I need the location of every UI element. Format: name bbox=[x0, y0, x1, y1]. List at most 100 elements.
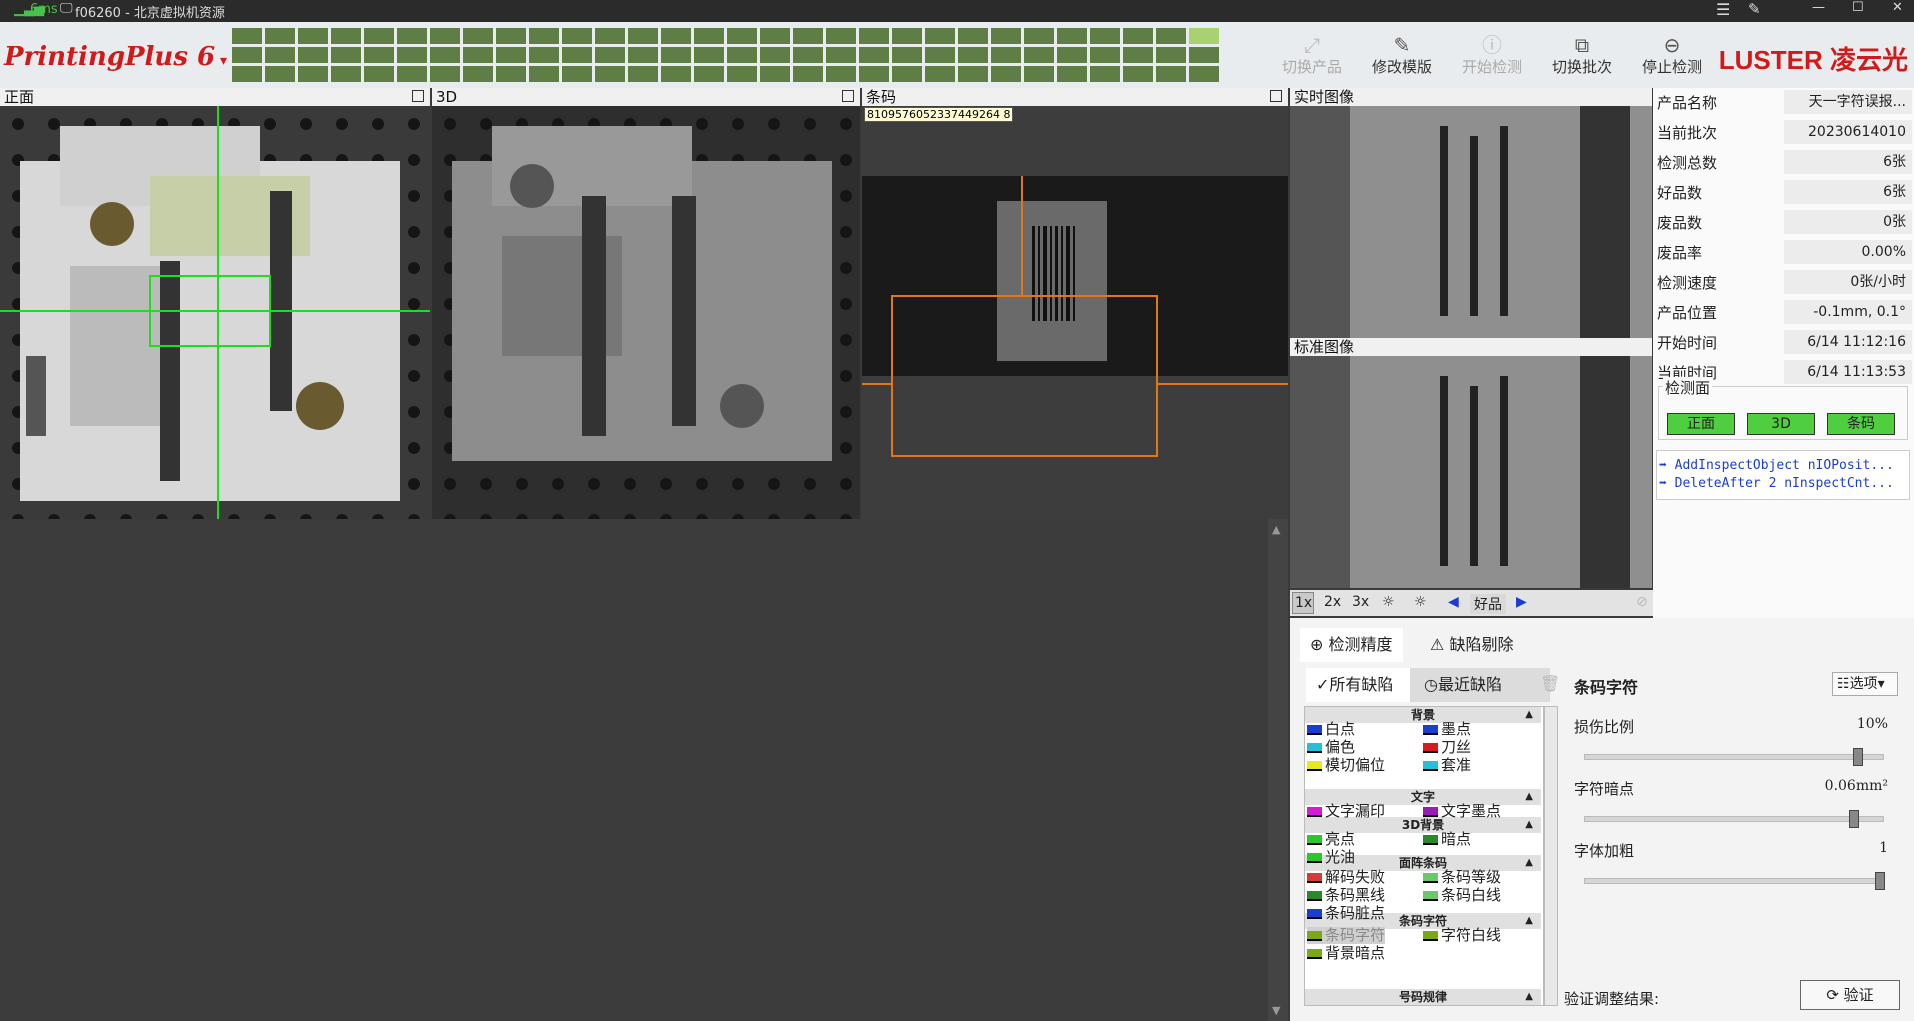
legend-item[interactable]: 条码字符 bbox=[1307, 927, 1386, 944]
batch-cell bbox=[661, 66, 691, 82]
legend-item[interactable]: 文字墨点 bbox=[1423, 803, 1501, 820]
legend-swatch bbox=[1307, 891, 1322, 901]
front-view[interactable] bbox=[0, 106, 430, 519]
legend-swatch bbox=[1423, 891, 1438, 901]
batch-cell bbox=[496, 66, 526, 82]
subtab-recent[interactable]: ◷最近缺陷 bbox=[1410, 668, 1550, 702]
pin-icon[interactable]: ✎ bbox=[1748, 0, 1761, 18]
face-button-3d[interactable]: 3D bbox=[1747, 413, 1815, 435]
maximize-button[interactable]: ☐ bbox=[1852, 0, 1864, 15]
batch-cell bbox=[628, 28, 658, 44]
view-header-standard: 标准图像 bbox=[1290, 338, 1652, 356]
slider-thumb[interactable] bbox=[1875, 872, 1885, 890]
batch-cell bbox=[562, 66, 592, 82]
batch-cell bbox=[991, 28, 1021, 44]
maximize-view-icon[interactable] bbox=[412, 90, 424, 102]
tab-precision[interactable]: ⊕ 检测精度 bbox=[1300, 628, 1403, 662]
legend-item[interactable]: 背景暗点 bbox=[1307, 945, 1385, 962]
3d-view[interactable] bbox=[432, 106, 860, 519]
image-status: 好品 bbox=[1470, 594, 1506, 614]
info-value: 6/14 11:13:53 bbox=[1784, 360, 1912, 384]
slider-thumb[interactable] bbox=[1853, 748, 1863, 766]
front-image bbox=[0, 106, 430, 519]
legend-item[interactable]: 暗点 bbox=[1423, 831, 1471, 848]
info-key: 好品数 bbox=[1657, 184, 1703, 202]
batch-cell bbox=[958, 47, 988, 63]
char-dark-slider[interactable] bbox=[1584, 810, 1884, 828]
info-row: 当前批次 20230614010 bbox=[1657, 118, 1912, 146]
barcode-view[interactable]: 8109576052337449264 8 bbox=[862, 106, 1288, 519]
legend-item[interactable]: 字符白线 bbox=[1423, 927, 1501, 944]
next-icon[interactable]: ▶ bbox=[1516, 594, 1527, 610]
vertical-scrollbar[interactable]: ▲ ▼ bbox=[1268, 519, 1288, 1021]
batch-cell bbox=[661, 28, 691, 44]
batch-cell bbox=[727, 66, 757, 82]
legend-item[interactable]: 模切偏位 bbox=[1307, 757, 1385, 774]
batch-cell bbox=[628, 47, 658, 63]
switch-product-button[interactable]: ⤢ 切换产品 bbox=[1272, 34, 1352, 77]
maximize-view-icon[interactable] bbox=[1270, 90, 1282, 102]
switch-batch-button[interactable]: ⧉ 切换批次 bbox=[1542, 34, 1622, 77]
tab-defect-remove[interactable]: ⚠ 缺陷剔除 bbox=[1420, 628, 1523, 662]
refresh-icon: ⟳ bbox=[1826, 986, 1844, 1004]
prev-icon[interactable]: ◀ bbox=[1448, 594, 1459, 610]
info-row: 废品数 0张 bbox=[1657, 208, 1912, 236]
legend-item[interactable]: 解码失败 bbox=[1307, 869, 1385, 886]
brightness-up-icon[interactable]: ☼ bbox=[1414, 594, 1427, 610]
start-inspect-button[interactable]: ⓘ 开始检测 bbox=[1452, 34, 1532, 77]
zoom-3x-button[interactable]: 3x bbox=[1352, 594, 1369, 610]
close-button[interactable]: ✕ bbox=[1892, 0, 1903, 15]
trash-icon[interactable]: 🗑 bbox=[1540, 674, 1560, 693]
scroll-down-icon[interactable]: ▼ bbox=[1272, 1004, 1280, 1017]
minimize-button[interactable]: — bbox=[1812, 0, 1825, 15]
standard-image[interactable] bbox=[1290, 356, 1652, 588]
legend-item[interactable]: 偏色 bbox=[1307, 739, 1355, 756]
menu-icon[interactable]: ☰ bbox=[1716, 0, 1730, 19]
scroll-up-icon[interactable]: ▲ bbox=[1272, 523, 1280, 536]
legend-item[interactable]: 条码白线 bbox=[1423, 887, 1501, 904]
live-image[interactable] bbox=[1290, 106, 1652, 338]
legend-item[interactable]: 条码黑线 bbox=[1307, 887, 1385, 904]
legend-item[interactable]: 套准 bbox=[1423, 757, 1471, 774]
batch-cell bbox=[1057, 66, 1087, 82]
legend-item[interactable]: 刀丝 bbox=[1423, 739, 1471, 756]
slider-thumb[interactable] bbox=[1849, 810, 1859, 828]
batch-cell bbox=[529, 47, 559, 63]
brightness-down-icon[interactable]: ☼ bbox=[1382, 594, 1395, 610]
subtab-all[interactable]: ✓所有缺陷 bbox=[1306, 668, 1410, 702]
legend-category[interactable]: 号码规律 ▲ bbox=[1305, 989, 1541, 1005]
stop-inspect-button[interactable]: ⊖ 停止检测 bbox=[1632, 34, 1712, 77]
batch-cell bbox=[925, 66, 955, 82]
verify-button[interactable]: ⟳ 验证 bbox=[1800, 980, 1900, 1010]
zoom-2x-button[interactable]: 2x bbox=[1324, 594, 1341, 610]
batch-cell bbox=[760, 47, 790, 63]
legend-item[interactable]: 光油 bbox=[1307, 849, 1355, 866]
legend-item[interactable]: 条码等级 bbox=[1423, 869, 1501, 886]
legend-item[interactable]: 墨点 bbox=[1423, 721, 1471, 738]
batch-cell bbox=[430, 66, 460, 82]
legend-item[interactable]: 条码脏点 bbox=[1307, 905, 1385, 922]
legend-swatch bbox=[1307, 873, 1322, 883]
batch-cell bbox=[397, 47, 427, 63]
app-logo[interactable]: PrintingPlus 6 ▾ bbox=[4, 42, 227, 72]
info-icon: ⓘ bbox=[1482, 33, 1502, 57]
damage-ratio-slider[interactable] bbox=[1584, 748, 1884, 766]
face-button-barcode[interactable]: 条码 bbox=[1827, 413, 1895, 435]
font-bold-slider[interactable] bbox=[1584, 872, 1885, 890]
signal-latency: 6ms bbox=[30, 2, 58, 17]
legend-item[interactable]: 亮点 bbox=[1307, 831, 1355, 848]
options-dropdown[interactable]: ☷选项▾ bbox=[1832, 672, 1898, 696]
batch-cell bbox=[1156, 28, 1186, 44]
batch-cell bbox=[265, 47, 295, 63]
legend-item[interactable]: 文字漏印 bbox=[1307, 803, 1385, 820]
view-header-barcode: 条码 bbox=[862, 88, 1288, 106]
legend-scrollbar[interactable] bbox=[1544, 706, 1558, 1006]
face-button-front[interactable]: 正面 bbox=[1667, 413, 1735, 435]
info-row: 产品位置 -0.1mm, 0.1° bbox=[1657, 298, 1912, 326]
modify-template-button[interactable]: ✎ 修改模版 bbox=[1362, 34, 1442, 77]
info-key: 产品位置 bbox=[1657, 304, 1718, 322]
zoom-1x-button[interactable]: 1x bbox=[1292, 592, 1314, 614]
maximize-view-icon[interactable] bbox=[842, 90, 854, 102]
legend-item[interactable]: 白点 bbox=[1307, 721, 1355, 738]
batch-cell bbox=[463, 66, 493, 82]
